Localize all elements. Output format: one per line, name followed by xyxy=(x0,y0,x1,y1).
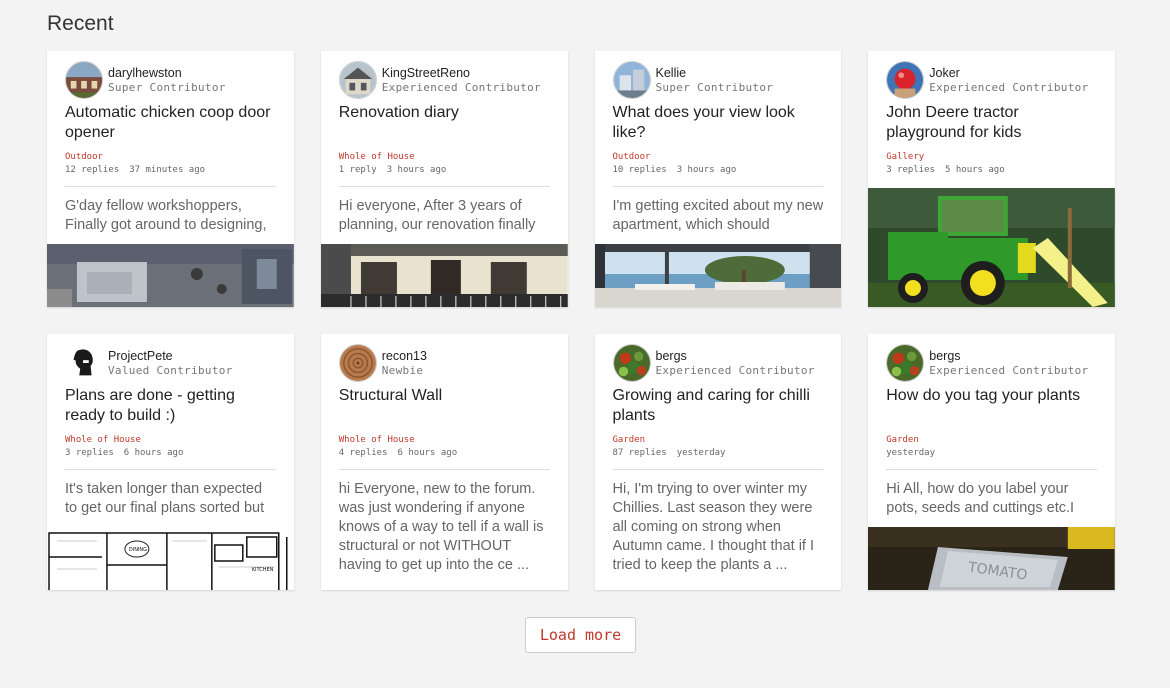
author-rank: Experienced Contributor xyxy=(929,81,1089,94)
post-excerpt: I'm getting excited about my new apartme… xyxy=(612,198,824,233)
post-meta: yesterday xyxy=(886,448,935,458)
post-title[interactable]: Plans are done - getting ready to build … xyxy=(65,386,276,426)
divider xyxy=(65,469,276,470)
tractor-playground-photo xyxy=(868,188,1115,307)
post-time: 3 hours ago xyxy=(676,165,737,175)
divider xyxy=(886,469,1097,470)
board-link[interactable]: Whole of House xyxy=(65,435,141,445)
post-time: 5 hours ago xyxy=(945,165,1005,175)
author-rank: Experienced Contributor xyxy=(381,81,541,94)
reply-count: 3 replies xyxy=(886,165,936,175)
house-photo-icon[interactable] xyxy=(65,61,103,99)
post-meta: 87 replies yesterday xyxy=(613,448,726,458)
author-name[interactable]: bergs xyxy=(929,349,960,363)
author-rank: Experienced Contributor xyxy=(655,364,815,377)
divider xyxy=(612,186,824,187)
person-silhouette-icon[interactable] xyxy=(65,344,103,382)
board-link[interactable]: Outdoor xyxy=(65,152,103,162)
post-time: 6 hours ago xyxy=(123,448,184,458)
post-excerpt: Hi everyone, After 3 years of planning, … xyxy=(338,198,536,233)
post-card[interactable]: darylhewston Super Contributor Automatic… xyxy=(47,51,294,307)
post-time: 37 minutes ago xyxy=(129,165,206,175)
plan-label-kitchen: KITCHEN xyxy=(252,567,274,573)
board-link[interactable]: Whole of House xyxy=(339,435,415,445)
post-meta: 3 replies 6 hours ago xyxy=(65,448,183,458)
post-title[interactable]: Renovation diary xyxy=(339,103,550,123)
author-rank: Super Contributor xyxy=(108,81,226,94)
post-excerpt: It's taken longer than expected to get o… xyxy=(65,481,265,516)
chilli-plant-icon[interactable] xyxy=(886,344,925,382)
post-excerpt: hi Everyone, new to the forum. was just … xyxy=(338,481,544,573)
terrace-house-photo xyxy=(320,244,568,307)
ocean-view-photo xyxy=(594,244,842,307)
reply-count: 4 replies xyxy=(338,448,388,458)
floor-plan-image: DINING KITCHEN xyxy=(47,527,294,590)
board-link[interactable]: Outdoor xyxy=(613,152,651,162)
plan-label-dining: DINING xyxy=(129,547,147,553)
post-meta: 10 replies 3 hours ago xyxy=(613,165,737,175)
author-name[interactable]: recon13 xyxy=(382,349,427,363)
post-title[interactable]: How do you tag your plants xyxy=(886,386,1097,406)
post-title[interactable]: Growing and caring for chilli plants xyxy=(613,386,824,426)
author-name[interactable]: KingStreetReno xyxy=(382,66,470,80)
post-title[interactable]: Automatic chicken coop door opener xyxy=(65,103,276,143)
board-link[interactable]: Garden xyxy=(886,435,919,445)
author-name[interactable]: bergs xyxy=(656,349,687,363)
post-card[interactable]: recon13 Newbie Structural Wall Whole of … xyxy=(320,334,568,590)
author-name[interactable]: darylhewston xyxy=(108,66,182,80)
post-title[interactable]: What does your view look like? xyxy=(613,103,824,143)
post-time: 6 hours ago xyxy=(397,448,458,458)
post-card[interactable]: KingStreetReno Experienced Contributor R… xyxy=(320,51,568,307)
post-card[interactable]: bergs Experienced Contributor Growing an… xyxy=(594,334,842,590)
author-rank: Experienced Contributor xyxy=(929,364,1089,377)
divider xyxy=(65,186,276,187)
author-name[interactable]: Kellie xyxy=(656,66,687,80)
post-card[interactable]: Kellie Super Contributor What does your … xyxy=(594,51,842,307)
board-link[interactable]: Garden xyxy=(613,435,646,445)
post-time: yesterday xyxy=(676,448,726,458)
load-more-button[interactable]: Load more xyxy=(525,617,636,653)
reply-count: 3 replies xyxy=(65,448,114,458)
post-excerpt: G'day fellow workshoppers, Finally got a… xyxy=(65,198,267,233)
post-meta: 4 replies 6 hours ago xyxy=(339,448,457,458)
post-meta: 1 reply 3 hours ago xyxy=(339,165,447,175)
post-card[interactable]: Joker Experienced Contributor John Deere… xyxy=(868,51,1115,307)
plant-tag-photo: TOMATO xyxy=(868,527,1115,590)
reply-count: 87 replies xyxy=(612,448,667,458)
post-time: yesterday xyxy=(886,448,936,458)
section-title: Recent xyxy=(47,12,114,35)
card-grid: darylhewston Super Contributor Automatic… xyxy=(47,51,1115,590)
card-row: ProjectPete Valued Contributor Plans are… xyxy=(47,334,1115,590)
card-row: darylhewston Super Contributor Automatic… xyxy=(47,51,1115,307)
wood-slice-icon[interactable] xyxy=(338,344,377,382)
red-ball-icon[interactable] xyxy=(886,61,925,99)
post-card[interactable]: bergs Experienced Contributor How do you… xyxy=(868,334,1115,590)
chilli-plant-icon[interactable] xyxy=(612,344,651,382)
reply-count: 12 replies xyxy=(65,165,120,175)
post-meta: 3 replies 5 hours ago xyxy=(886,165,1004,175)
post-meta: 12 replies 37 minutes ago xyxy=(65,165,205,175)
post-excerpt: Hi, I'm trying to over winter my Chillie… xyxy=(612,481,815,573)
author-name[interactable]: Joker xyxy=(929,66,960,80)
house-photo-icon[interactable] xyxy=(338,61,377,99)
post-excerpt: Hi All, how do you label your pots, seed… xyxy=(886,481,1075,516)
divider xyxy=(338,469,550,470)
divider xyxy=(338,186,550,187)
workbench-photo xyxy=(47,244,294,307)
author-rank: Newbie xyxy=(381,364,424,377)
author-rank: Valued Contributor xyxy=(108,364,233,377)
divider xyxy=(612,469,824,470)
reply-count: 1 reply xyxy=(338,165,377,175)
building-photo-icon[interactable] xyxy=(612,61,651,99)
author-rank: Super Contributor xyxy=(655,81,774,94)
board-link[interactable]: Whole of House xyxy=(339,152,415,162)
post-title[interactable]: John Deere tractor playground for kids xyxy=(886,103,1097,143)
reply-count: 10 replies xyxy=(612,165,667,175)
author-name[interactable]: ProjectPete xyxy=(108,349,173,363)
post-title[interactable]: Structural Wall xyxy=(339,386,550,406)
board-link[interactable]: Gallery xyxy=(886,152,924,162)
post-time: 3 hours ago xyxy=(386,165,447,175)
post-card[interactable]: ProjectPete Valued Contributor Plans are… xyxy=(47,334,294,590)
